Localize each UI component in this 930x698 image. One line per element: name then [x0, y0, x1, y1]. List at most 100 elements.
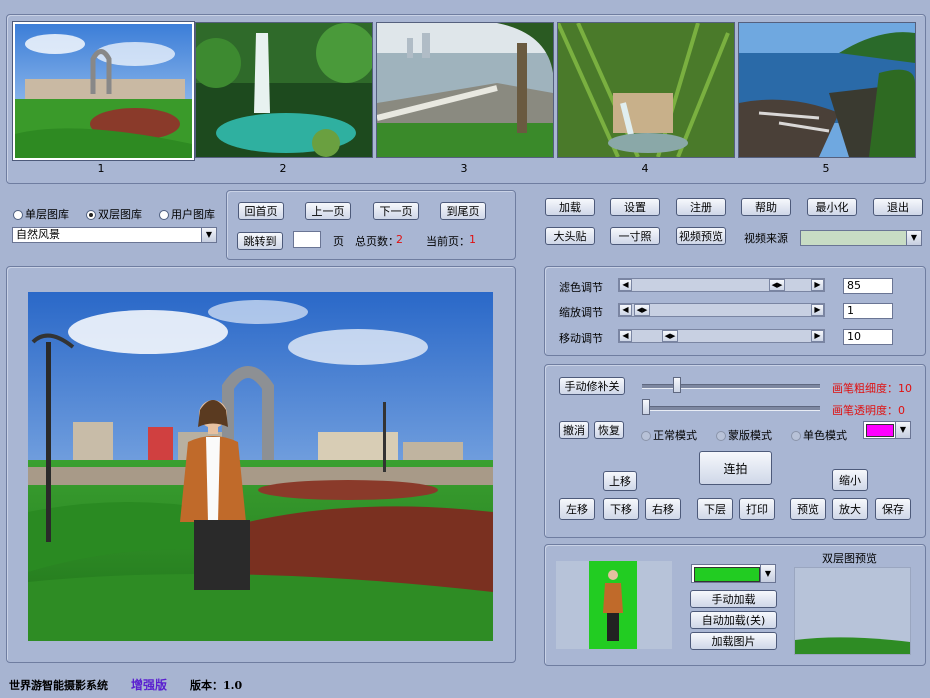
radio-off-icon	[716, 431, 726, 441]
move-up-button[interactable]: 上移	[603, 471, 637, 491]
move-down-button[interactable]: 下移	[603, 498, 639, 520]
seashore-image	[739, 23, 915, 157]
load-button[interactable]: 加载	[545, 198, 595, 216]
radio-off-icon	[13, 210, 23, 220]
filter-label: 滤色调节	[559, 281, 603, 294]
radio-label: 单层图库	[25, 208, 69, 221]
slider-thumb[interactable]: ◀▶	[662, 330, 678, 342]
mode-normal-radio[interactable]: 正常模式	[641, 427, 697, 443]
big-head-button[interactable]: 大头贴	[545, 227, 595, 245]
mode-mono-radio[interactable]: 单色模式	[791, 427, 847, 443]
color-swatch	[694, 567, 760, 582]
video-source-label: 视频来源	[744, 232, 788, 245]
register-button[interactable]: 注册	[676, 198, 726, 216]
mode-mask-radio[interactable]: 蒙版模式	[716, 427, 772, 443]
category-value: 自然风景	[16, 228, 60, 241]
brush-opacity-thumb[interactable]	[642, 399, 650, 415]
settings-button[interactable]: 设置	[610, 198, 660, 216]
load-image-button[interactable]: 加载图片	[690, 632, 777, 650]
prev-page-button[interactable]: 上一页	[305, 202, 351, 220]
chevron-down-icon: ▼	[760, 565, 775, 582]
enlarge-button[interactable]: 放大	[832, 498, 868, 520]
gallery-thumbnail-4[interactable]	[557, 22, 735, 158]
slider-thumb[interactable]: ◀▶	[769, 279, 785, 291]
slider-left-icon[interactable]: ◀	[619, 279, 632, 291]
gallery-thumbnail-1[interactable]	[13, 22, 194, 160]
brush-opacity-label: 画笔透明度：0	[832, 404, 905, 417]
save-button[interactable]: 保存	[875, 498, 911, 520]
main-preview-canvas[interactable]	[28, 292, 493, 641]
slider-left-icon[interactable]: ◀	[619, 304, 632, 316]
filter-value-input[interactable]: 85	[843, 278, 893, 294]
edition-label: 增强版	[131, 678, 168, 692]
zoom-value-input[interactable]: 1	[843, 303, 893, 319]
app-name: 世界游智能摄影系统	[9, 679, 108, 692]
gallery-thumbnail-3[interactable]	[376, 22, 554, 158]
page-number-input[interactable]	[293, 231, 321, 248]
radio-double-library[interactable]: 双层图库	[86, 206, 142, 222]
lower-layer-button[interactable]: 下层	[697, 498, 733, 520]
next-page-button[interactable]: 下一页	[373, 202, 419, 220]
brush-opacity-track[interactable]	[642, 406, 820, 411]
thumbnail-number: 2	[279, 162, 287, 175]
auto-load-toggle[interactable]: 自动加载(关)	[690, 611, 777, 629]
mono-color-picker[interactable]: ▼	[863, 421, 911, 439]
double-preview-label: 双层图预览	[822, 552, 877, 565]
minimize-button[interactable]: 最小化	[807, 198, 857, 216]
filter-slider[interactable]: ◀ ◀▶ ▶	[618, 278, 825, 292]
radio-label: 用户图库	[171, 208, 215, 221]
video-preview-button[interactable]: 视频预览	[676, 227, 726, 245]
slider-right-icon[interactable]: ▶	[811, 279, 824, 291]
brush-size-thumb[interactable]	[673, 377, 681, 393]
zoom-label: 缩放调节	[559, 306, 603, 319]
move-right-button[interactable]: 右移	[645, 498, 681, 520]
category-select[interactable]: 自然风景 ▼	[12, 227, 217, 243]
manual-fix-toggle[interactable]: 手动修补关	[559, 377, 625, 395]
video-source-select[interactable]: ▼	[800, 230, 922, 246]
foreground-thumbnail	[556, 561, 672, 649]
brush-size-track[interactable]	[642, 384, 820, 389]
double-layer-preview	[794, 567, 911, 655]
radio-off-icon	[159, 210, 169, 220]
burst-shot-button[interactable]: 连拍	[699, 451, 772, 485]
current-page-label: 当前页：	[426, 235, 470, 248]
chevron-down-icon: ▼	[201, 228, 216, 242]
radio-off-icon	[791, 431, 801, 441]
thumbnail-number: 3	[460, 162, 468, 175]
brush-size-value: 10	[898, 382, 912, 395]
jump-to-button[interactable]: 跳转到	[237, 232, 283, 250]
preview-button[interactable]: 预览	[790, 498, 826, 520]
radio-single-library[interactable]: 单层图库	[13, 206, 69, 222]
total-pages-label: 总页数：	[355, 235, 399, 248]
manual-load-button[interactable]: 手动加载	[690, 590, 777, 608]
composite-photo	[28, 292, 493, 641]
slider-left-icon[interactable]: ◀	[619, 330, 632, 342]
radio-user-library[interactable]: 用户图库	[159, 206, 215, 222]
move-value-input[interactable]: 10	[843, 329, 893, 345]
brush-size-label: 画笔粗细度：10	[832, 382, 912, 395]
undo-button[interactable]: 撤消	[559, 421, 589, 439]
gallery-thumbnail-2[interactable]	[195, 22, 373, 158]
last-page-button[interactable]: 到尾页	[440, 202, 486, 220]
shrink-button[interactable]: 缩小	[832, 469, 868, 491]
help-button[interactable]: 帮助	[741, 198, 791, 216]
background-color-picker[interactable]: ▼	[691, 564, 776, 583]
exit-button[interactable]: 退出	[873, 198, 923, 216]
waterfall-image	[196, 23, 372, 157]
stream-image	[558, 23, 734, 157]
one-inch-photo-button[interactable]: 一寸照	[610, 227, 660, 245]
chevron-down-icon: ▼	[906, 231, 921, 245]
slider-right-icon[interactable]: ▶	[811, 330, 824, 342]
move-left-button[interactable]: 左移	[559, 498, 595, 520]
waterfront-image	[377, 23, 553, 157]
zoom-slider[interactable]: ◀ ◀▶ ▶	[618, 303, 825, 317]
slider-thumb[interactable]: ◀▶	[634, 304, 650, 316]
first-page-button[interactable]: 回首页	[238, 202, 284, 220]
current-page-value: 1	[469, 233, 476, 246]
restore-button[interactable]: 恢复	[594, 421, 624, 439]
color-swatch	[866, 424, 894, 437]
gallery-thumbnail-5[interactable]	[738, 22, 916, 158]
slider-right-icon[interactable]: ▶	[811, 304, 824, 316]
print-button[interactable]: 打印	[739, 498, 775, 520]
move-slider[interactable]: ◀ ◀▶ ▶	[618, 329, 825, 343]
